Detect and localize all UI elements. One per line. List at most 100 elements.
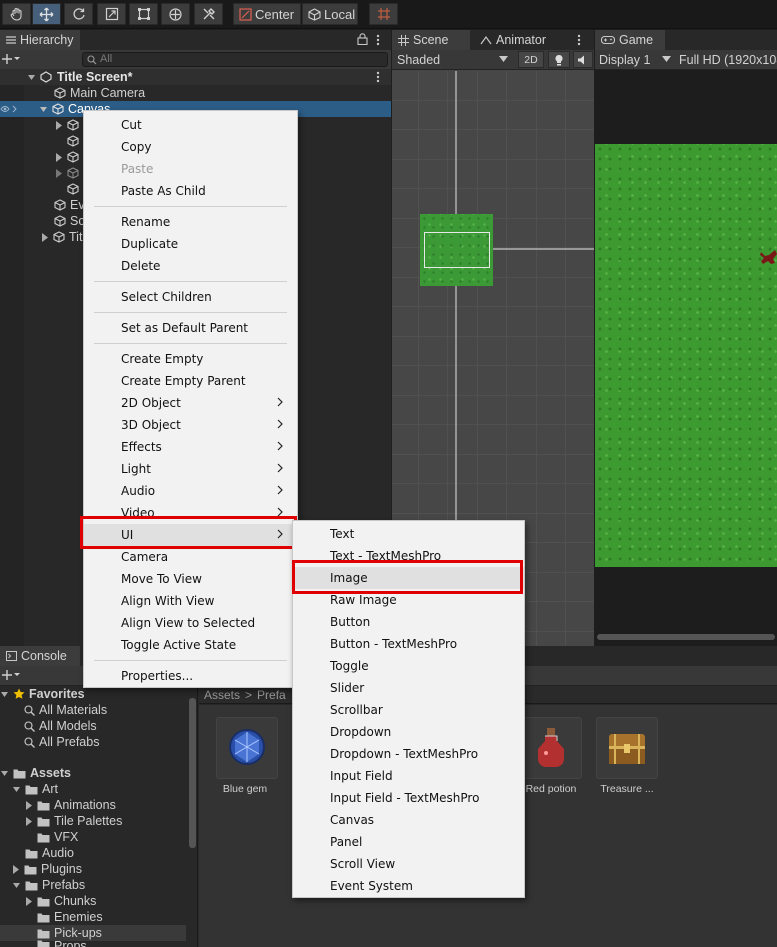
tree-folder-art[interactable]: Art (12, 781, 58, 797)
tab-console[interactable]: Console (0, 646, 80, 666)
scene-more-icon[interactable] (376, 71, 380, 83)
rotate-icon (72, 7, 86, 21)
menu-item-duplicate[interactable]: Duplicate (84, 233, 297, 255)
scale-tool-button[interactable] (97, 3, 126, 25)
tab-animator[interactable]: Animator (474, 30, 564, 50)
tree-folder-vfx[interactable]: VFX (37, 829, 78, 845)
favorite-item[interactable]: All Materials (24, 702, 107, 718)
asset-label: Treasure ... (600, 783, 654, 795)
move-tool-button[interactable] (32, 3, 61, 25)
menu-item-toggle-active-state[interactable]: Toggle Active State (84, 634, 297, 656)
menu-item-cut[interactable]: Cut (84, 114, 297, 136)
tab-hierarchy[interactable]: Hierarchy (0, 30, 80, 50)
menu-item-effects[interactable]: Effects (84, 436, 297, 458)
chevron-right-icon[interactable] (55, 168, 63, 178)
menu-item-delete[interactable]: Delete (84, 255, 297, 277)
tree-folder-tile-palettes[interactable]: Tile Palettes (25, 813, 122, 829)
chevron-right-icon[interactable] (55, 152, 63, 162)
menu-item-select-children[interactable]: Select Children (84, 286, 297, 308)
assets-header[interactable]: Assets (0, 765, 71, 781)
shading-mode-dropdown[interactable]: Shaded (392, 50, 514, 69)
submenu-item-input-field-textmeshpro[interactable]: Input Field - TextMeshPro (293, 787, 524, 809)
audio-toggle-button[interactable] (573, 51, 593, 68)
submenu-item-scroll-view[interactable]: Scroll View (293, 853, 524, 875)
transform-icon (168, 7, 183, 22)
tree-folder-pick-ups[interactable]: Pick-ups (0, 925, 186, 941)
submenu-item-input-field[interactable]: Input Field (293, 765, 524, 787)
canvas-gizmo-rect[interactable] (424, 232, 490, 268)
chevron-right-icon[interactable] (41, 232, 49, 242)
breadcrumb-assets[interactable]: Assets (204, 688, 240, 702)
pivot-mode-button[interactable]: Center (233, 3, 301, 25)
tree-folder-props[interactable]: Props (37, 939, 87, 947)
submenu-item-canvas[interactable]: Canvas (293, 809, 524, 831)
tree-scrollbar[interactable] (189, 698, 196, 848)
tab-scene[interactable]: Scene (392, 30, 470, 50)
transform-tool-button[interactable] (161, 3, 190, 25)
favorite-item[interactable]: All Models (24, 718, 97, 734)
tree-folder-plugins[interactable]: Plugins (12, 861, 82, 877)
chevron-down-icon[interactable] (39, 105, 48, 114)
menu-item-copy[interactable]: Copy (84, 136, 297, 158)
tree-folder-prefabs[interactable]: Prefabs (12, 877, 85, 893)
asset-red-potion[interactable] (520, 717, 582, 779)
submenu-item-event-system[interactable]: Event System (293, 875, 524, 897)
hand-tool-button[interactable] (2, 3, 31, 25)
scene-more-options-icon[interactable] (577, 34, 581, 46)
menu-item-align-view-to-selected[interactable]: Align View to Selected (84, 612, 297, 634)
submenu-item-panel[interactable]: Panel (293, 831, 524, 853)
more-options-icon[interactable] (376, 34, 380, 46)
asset-treasure-chest[interactable] (596, 717, 658, 779)
favorites-header[interactable]: Favorites (0, 686, 85, 702)
menu-item-paste-as-child[interactable]: Paste As Child (84, 180, 297, 202)
menu-item-audio[interactable]: Audio (84, 480, 297, 502)
menu-item-rename[interactable]: Rename (84, 211, 297, 233)
toggle-2d-button[interactable]: 2D (518, 51, 544, 68)
display-dropdown[interactable]: Display 1 (595, 50, 675, 69)
menu-item-create-empty[interactable]: Create Empty (84, 348, 297, 370)
breadcrumb-prefabs[interactable]: Prefa (257, 688, 286, 702)
submenu-item-button-textmeshpro[interactable]: Button - TextMeshPro (293, 633, 524, 655)
add-plus-icon[interactable] (2, 668, 20, 682)
lock-icon[interactable] (357, 33, 368, 45)
tree-folder-chunks[interactable]: Chunks (25, 893, 96, 909)
submenu-item-dropdown-textmeshpro[interactable]: Dropdown - TextMeshPro (293, 743, 524, 765)
submenu-item-scrollbar[interactable]: Scrollbar (293, 699, 524, 721)
chevron-right-icon[interactable] (55, 120, 63, 130)
rotate-tool-button[interactable] (64, 3, 93, 25)
tree-folder-enemies[interactable]: Enemies (37, 909, 103, 925)
menu-item-set-default-parent[interactable]: Set as Default Parent (84, 317, 297, 339)
lighting-toggle-button[interactable] (548, 51, 570, 68)
favorite-item[interactable]: All Prefabs (24, 734, 99, 750)
tree-folder-label: Prefabs (42, 878, 86, 892)
scene-header-row[interactable]: Title Screen* (0, 69, 391, 85)
add-plus-icon[interactable] (2, 52, 20, 66)
game-view-grass[interactable] (595, 144, 777, 567)
menu-item-3d-object[interactable]: 3D Object (84, 414, 297, 436)
menu-item-2d-object[interactable]: 2D Object (84, 392, 297, 414)
menu-item-camera[interactable]: Camera (84, 546, 297, 568)
custom-tool-button[interactable] (194, 3, 223, 25)
menu-item-light[interactable]: Light (84, 458, 297, 480)
resolution-dropdown[interactable]: Full HD (1920x108 (679, 50, 777, 69)
game-scrollbar[interactable] (597, 634, 775, 640)
hierarchy-row-main-camera[interactable]: Main Camera (0, 85, 391, 101)
tab-game[interactable]: Game (595, 30, 665, 50)
menu-item-properties[interactable]: Properties... (84, 665, 297, 687)
tree-folder-audio[interactable]: Audio (25, 845, 74, 861)
submenu-item-button[interactable]: Button (293, 611, 524, 633)
tree-folder-animations[interactable]: Animations (25, 797, 116, 813)
submenu-item-dropdown[interactable]: Dropdown (293, 721, 524, 743)
submenu-item-text[interactable]: Text (293, 523, 524, 545)
menu-item-move-to-view[interactable]: Move To View (84, 568, 297, 590)
rect-tool-button[interactable] (129, 3, 158, 25)
grid-snap-button[interactable] (369, 3, 398, 25)
menu-item-align-with-view[interactable]: Align With View (84, 590, 297, 612)
menu-item-create-empty-parent[interactable]: Create Empty Parent (84, 370, 297, 392)
hierarchy-search-input[interactable]: All (82, 52, 388, 67)
asset-blue-gem[interactable] (216, 717, 278, 779)
pivot-space-button[interactable]: Local (302, 3, 358, 25)
submenu-item-toggle[interactable]: Toggle (293, 655, 524, 677)
eye-icon[interactable] (0, 103, 22, 115)
submenu-item-slider[interactable]: Slider (293, 677, 524, 699)
